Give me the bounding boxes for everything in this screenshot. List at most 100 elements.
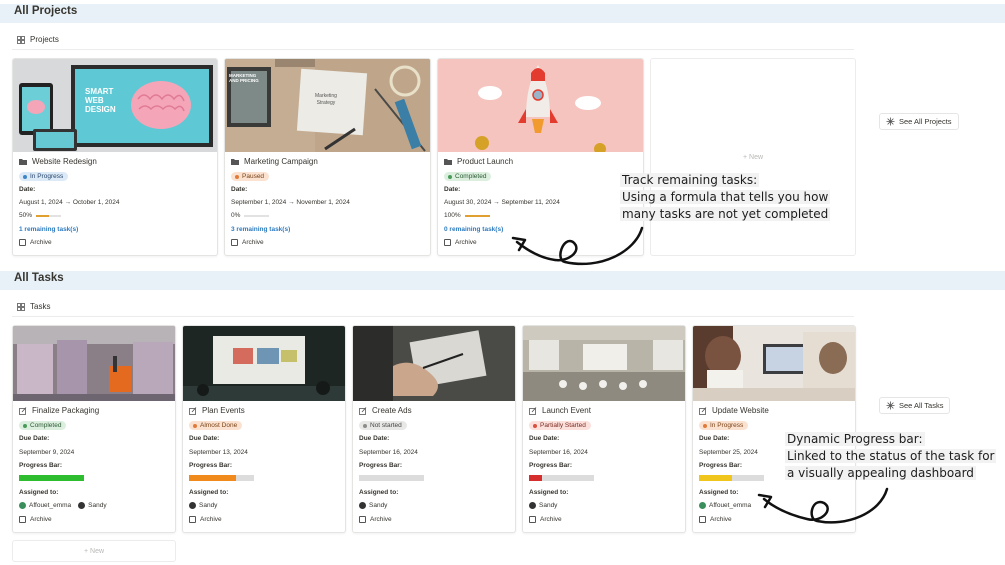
new-project-card[interactable]: + New xyxy=(650,58,856,256)
project-cover-image: SMART WEB DESIGN xyxy=(13,59,217,152)
cover-text: Marketing xyxy=(315,93,337,99)
project-title[interactable]: Product Launch xyxy=(444,157,513,166)
progress-label: Progress Bar: xyxy=(699,462,742,469)
archive-checkbox[interactable]: Archive xyxy=(699,516,732,523)
edit-icon xyxy=(529,406,537,415)
edit-icon xyxy=(359,406,367,415)
progress-label: Progress Bar: xyxy=(529,462,572,469)
see-all-projects-button[interactable]: See All Projects xyxy=(879,113,959,130)
checkbox-icon xyxy=(699,516,706,523)
archive-checkbox[interactable]: Archive xyxy=(529,516,562,523)
date-label: Date: xyxy=(444,186,461,193)
task-title[interactable]: Update Website xyxy=(699,406,769,415)
assigned-label: Assigned to: xyxy=(19,489,59,496)
projects-view-tab[interactable]: Projects xyxy=(17,35,59,44)
archive-checkbox[interactable]: Archive xyxy=(359,516,392,523)
project-card[interactable]: SMART WEB DESIGN Website Redesign In Pro… xyxy=(12,58,218,256)
percent-text: 0% xyxy=(231,212,241,219)
archive-checkbox[interactable]: Archive xyxy=(19,516,52,523)
projects-view-label: Projects xyxy=(30,35,59,44)
task-cover-image xyxy=(523,326,685,401)
project-title-text: Website Redesign xyxy=(32,157,97,166)
folder-icon xyxy=(444,159,452,165)
status-text: Partially Started xyxy=(540,422,586,429)
task-card[interactable]: Launch Event Partially Started Due Date:… xyxy=(522,325,686,533)
remaining-tasks-link[interactable]: 0 remaining task(s) xyxy=(444,226,503,233)
progress-bar xyxy=(359,475,424,481)
progress-fill xyxy=(699,475,732,481)
assigned-label: Assigned to: xyxy=(529,489,569,496)
progress-fill xyxy=(189,475,236,481)
archive-checkbox[interactable]: Archive xyxy=(189,516,222,523)
progress-label: Progress Bar: xyxy=(189,462,232,469)
task-title-text: Launch Event xyxy=(542,406,591,415)
task-title[interactable]: Create Ads xyxy=(359,406,412,415)
checkbox-icon xyxy=(529,516,536,523)
percent-text: 50% xyxy=(19,212,33,219)
sparkle-icon xyxy=(886,117,895,126)
project-cover-image: MARKETING AND PRICING Marketing Strategy xyxy=(225,59,430,152)
percent-fill xyxy=(464,214,490,217)
percent-complete: 100% xyxy=(444,212,490,219)
see-all-tasks-button[interactable]: See All Tasks xyxy=(879,397,951,414)
remaining-tasks-link[interactable]: 3 remaining task(s) xyxy=(231,226,290,233)
cover-text: WEB xyxy=(85,96,104,105)
assignees: Affouet_emma Sandy xyxy=(19,502,107,509)
task-cover-image xyxy=(13,326,175,401)
progress-bar xyxy=(189,475,254,481)
status-badge: In Progress xyxy=(699,421,749,430)
due-date-label: Due Date: xyxy=(529,435,560,442)
avatar xyxy=(529,502,536,509)
assignee-name: Sandy xyxy=(88,502,107,509)
due-date-value: September 13, 2024 xyxy=(189,449,248,456)
progress-fill xyxy=(529,475,542,481)
task-card[interactable]: Create Ads Not started Due Date: Septemb… xyxy=(352,325,516,533)
task-title[interactable]: Launch Event xyxy=(529,406,591,415)
archive-checkbox[interactable]: Archive xyxy=(19,239,52,246)
tasks-view-tab[interactable]: Tasks xyxy=(17,302,50,311)
archive-label: Archive xyxy=(455,239,477,246)
task-card[interactable]: Plan Events Almost Done Due Date: Septem… xyxy=(182,325,346,533)
cover-text: DESIGN xyxy=(85,105,116,114)
task-title[interactable]: Finalize Packaging xyxy=(19,406,99,415)
project-title[interactable]: Marketing Campaign xyxy=(231,157,318,166)
checkbox-icon xyxy=(359,516,366,523)
assignee-name: Sandy xyxy=(539,502,558,509)
progress-label: Progress Bar: xyxy=(19,462,62,469)
status-text: Almost Done xyxy=(200,422,238,429)
avatar xyxy=(19,502,26,509)
status-badge: Completed xyxy=(444,172,492,181)
archive-label: Archive xyxy=(242,239,264,246)
assignee-name: Sandy xyxy=(199,502,218,509)
task-title[interactable]: Plan Events xyxy=(189,406,245,415)
task-title-text: Update Website xyxy=(712,406,769,415)
assignee-name: Affouet_emma xyxy=(29,502,72,509)
assignees: Sandy xyxy=(529,502,557,509)
percent-fill xyxy=(36,214,49,217)
checkbox-icon xyxy=(444,239,451,246)
status-badge: In Progress xyxy=(19,172,69,181)
gallery-icon xyxy=(17,302,25,311)
task-card[interactable]: Finalize Packaging Completed Due Date: S… xyxy=(12,325,176,533)
status-text: Completed xyxy=(455,173,487,180)
new-label: New xyxy=(749,153,764,161)
assigned-label: Assigned to: xyxy=(359,489,399,496)
project-title[interactable]: Website Redesign xyxy=(19,157,97,166)
archive-checkbox[interactable]: Archive xyxy=(444,239,477,246)
cover-text: MARKETING AND PRICING xyxy=(229,73,259,83)
status-text: Completed xyxy=(30,422,62,429)
new-task-card[interactable]: + New xyxy=(12,540,176,562)
due-date-value: September 16, 2024 xyxy=(529,449,588,456)
folder-icon xyxy=(19,159,27,165)
archive-label: Archive xyxy=(30,516,52,523)
curved-arrow-icon xyxy=(757,487,889,524)
edit-icon xyxy=(19,406,27,415)
archive-checkbox[interactable]: Archive xyxy=(231,239,264,246)
tasks-view-label: Tasks xyxy=(30,302,51,311)
progress-bar xyxy=(699,475,764,481)
remaining-tasks-link[interactable]: 1 remaining task(s) xyxy=(19,226,78,233)
status-text: Paused xyxy=(242,173,265,180)
new-label: New xyxy=(90,547,105,555)
project-card[interactable]: MARKETING AND PRICING Marketing Strategy… xyxy=(224,58,431,256)
due-date-label: Due Date: xyxy=(19,435,50,442)
